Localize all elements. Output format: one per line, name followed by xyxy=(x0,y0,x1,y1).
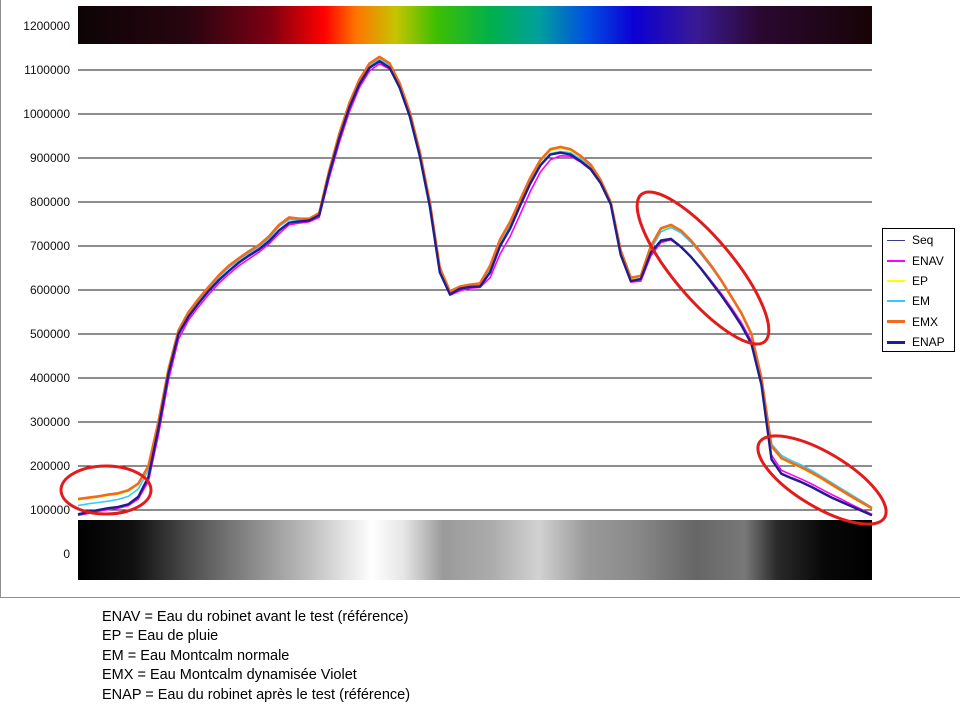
note-line: ENAV = Eau du robinet avant le test (réf… xyxy=(102,609,409,625)
legend-item-enap: ENAP xyxy=(883,332,954,352)
abbreviation-notes: ENAV = Eau du robinet avant le test (réf… xyxy=(102,608,410,705)
legend-swatch-ep xyxy=(887,279,905,282)
chart-legend: Seq ENAV EP EM EMX ENAP xyxy=(882,228,955,352)
legend-item-emx: EMX xyxy=(883,312,954,332)
y-tick-label: 900000 xyxy=(30,151,70,165)
y-tick-label: 800000 xyxy=(30,195,70,209)
y-tick-label: 1200000 xyxy=(23,19,70,33)
y-tick-label: 600000 xyxy=(30,283,70,297)
line-chart: 0 100000 200000 300000 400000 500000 600000 700… xyxy=(23,6,888,580)
spectrum-grayscale-bar xyxy=(78,520,872,580)
series-line-emx xyxy=(77,55,873,510)
note-line: EP = Eau de pluie xyxy=(102,628,219,645)
spectrum-color-bar xyxy=(78,6,872,44)
legend-swatch-seq xyxy=(887,239,905,241)
y-tick-label: 500000 xyxy=(30,327,70,341)
highlight-annotations xyxy=(59,190,888,526)
legend-label: Seq xyxy=(912,233,934,248)
note-line: ENAP = Eau du robinet après le test (réf… xyxy=(102,686,411,703)
y-tick-label: 700000 xyxy=(30,239,70,253)
y-tick-label: 1100000 xyxy=(24,63,70,77)
legend-swatch-em xyxy=(887,300,905,303)
legend-label: EMX xyxy=(912,314,939,329)
legend-label: ENAP xyxy=(912,335,945,350)
legend-item-em: EM xyxy=(883,291,954,311)
y-tick-label: 100000 xyxy=(30,503,70,517)
note-line: EMX = Eau Montcalm dynamisée Violet xyxy=(102,667,357,684)
y-tick-label: 1000000 xyxy=(23,107,70,121)
y-tick-label: 400000 xyxy=(30,371,70,385)
y-tick-label: 300000 xyxy=(30,415,70,429)
legend-item-seq: Seq xyxy=(883,230,954,250)
legend-item-enav: ENAV xyxy=(883,250,954,270)
legend-swatch-enap xyxy=(887,340,905,344)
gridlines xyxy=(78,25,872,555)
legend-swatch-emx xyxy=(887,320,905,324)
y-tick-label: 200000 xyxy=(30,459,70,473)
legend-swatch-enav xyxy=(887,259,905,262)
legend-label: EM xyxy=(912,294,930,309)
y-tick-label: 0 xyxy=(63,547,70,561)
note-line: EM = Eau Montcalm normale xyxy=(102,647,290,664)
legend-label: ENAV xyxy=(912,253,944,268)
legend-label: EP xyxy=(912,273,929,288)
legend-item-ep: EP xyxy=(883,271,954,291)
